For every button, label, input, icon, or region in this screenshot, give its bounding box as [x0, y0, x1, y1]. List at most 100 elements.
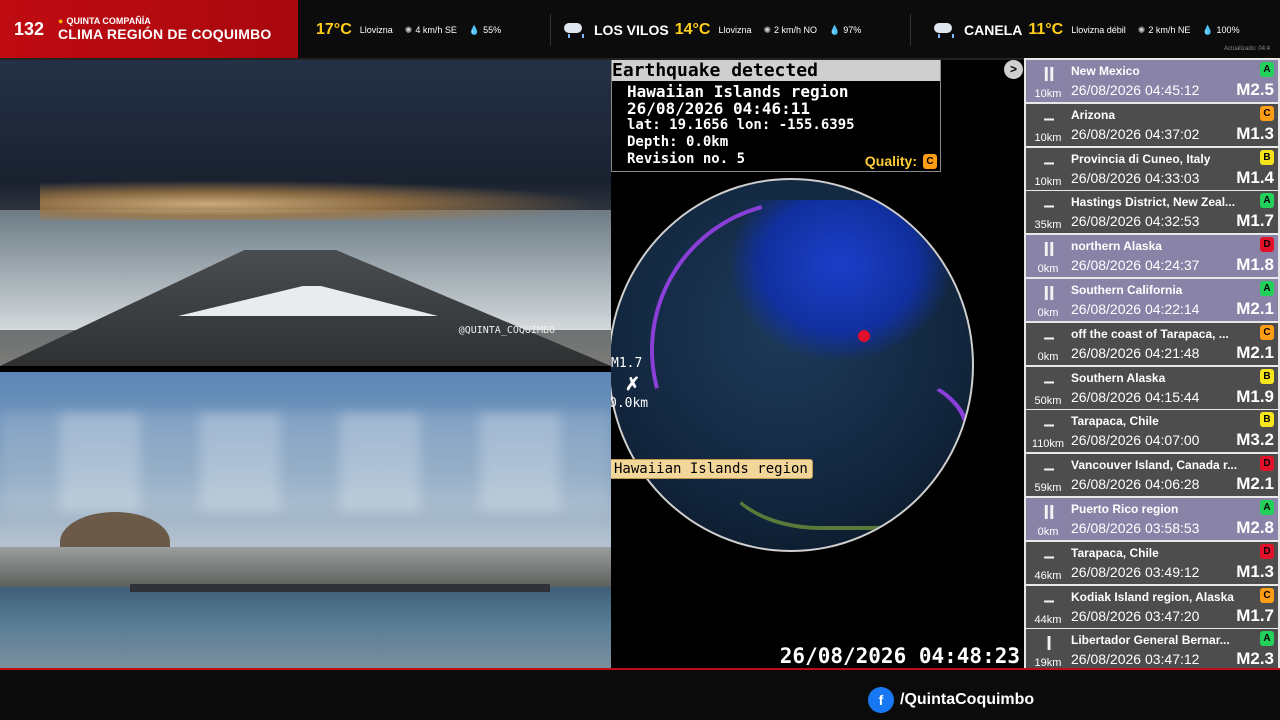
quake-place: off the coast of Tarapaca, ...: [1071, 326, 1229, 341]
quake-depth: 10km: [1034, 175, 1062, 188]
quake-place: Libertador General Bernar...: [1071, 633, 1230, 648]
quake-row[interactable]: –50km Southern Alaska 26/08/2026 04:15:44 M…: [1026, 366, 1278, 409]
weather-temp: 17°C: [316, 21, 352, 38]
marker-magnitude: M1.7: [611, 356, 643, 371]
quake-depth: 10km: [1034, 131, 1062, 144]
quake-list: II 10km New Mexico 26/08/2026 04:45:12 M2.5 A…: [1024, 58, 1280, 672]
quake-row[interactable]: –46km Tarapaca, Chile 26/08/2026 03:49:12 M…: [1026, 541, 1278, 584]
quality-badge: C: [1260, 105, 1274, 121]
quake-time: 26/08/2026 03:47:20: [1071, 607, 1200, 624]
camera-feed-bay: [0, 372, 611, 668]
quake-magnitude: M1.4: [1236, 167, 1274, 187]
quake-row[interactable]: II 0km northern Alaska 26/08/2026 04:24:37 M…: [1026, 235, 1278, 278]
quake-magnitude: M2.1: [1236, 474, 1274, 494]
stream-overlay: 132 ● QUINTA COMPAÑÍA CLIMA REGIÓN DE COQ…: [0, 0, 1280, 720]
quake-magnitude: M3.2: [1236, 430, 1274, 450]
earthquake-map: Earthquake detected Hawaiian Islands reg…: [611, 60, 1024, 668]
quake-depth: 0km: [1037, 307, 1059, 319]
quake-place: New Mexico: [1071, 64, 1140, 78]
quake-place: Southern Alaska: [1071, 370, 1166, 385]
quake-row[interactable]: –110km Tarapaca, Chile 26/08/2026 04:07:00…: [1026, 410, 1278, 453]
quake-depth: 110km: [1031, 438, 1065, 451]
quake-row[interactable]: –0km off the coast of Tarapaca, ... 26/08/…: [1026, 322, 1278, 365]
quake-magnitude: M1.3: [1236, 123, 1274, 143]
activity-icon: –: [1043, 458, 1055, 481]
camera-feed-night: @QUINTA_COQUIMBO: [0, 60, 611, 366]
weather-humidity: 55%: [483, 25, 502, 35]
quake-time: 26/08/2026 03:49:12: [1071, 563, 1200, 580]
weather-item: 17°C Llovizna ✺ 4 km/h SE 💧 55%: [298, 18, 501, 42]
quality-badge: A: [1260, 500, 1274, 515]
quake-row[interactable]: II 0km Southern California 26/08/2026 04:22…: [1026, 279, 1278, 321]
quake-row[interactable]: II 0km Puerto Rico region 26/08/2026 03:58:…: [1026, 498, 1278, 540]
quake-magnitude: M2.5: [1236, 80, 1274, 99]
quake-place: Vancouver Island, Canada r...: [1071, 458, 1238, 473]
camera-town: [0, 547, 611, 587]
activity-icon: –: [1043, 545, 1055, 568]
quake-magnitude: M1.7: [1236, 211, 1274, 231]
camera-clouds: [0, 412, 611, 512]
weather-wind: 4 km/h SE: [415, 25, 457, 35]
quality-badge: C: [1260, 324, 1274, 340]
quality-badge: D: [1260, 456, 1274, 472]
quake-depth: 50km: [1034, 394, 1062, 407]
quake-alert-panel: Earthquake detected Hawaiian Islands reg…: [611, 60, 941, 172]
globe[interactable]: [611, 178, 974, 552]
activity-icon: –: [1043, 195, 1055, 218]
activity-icon: I: [1046, 633, 1052, 656]
marker-cross-icon: ✗: [625, 374, 641, 394]
divider: [910, 14, 911, 46]
quality-badge: C: [1260, 587, 1274, 603]
camera-pier: [130, 584, 550, 592]
quality-badge: A: [1260, 631, 1274, 647]
activity-icon: II: [1043, 283, 1055, 305]
quake-row[interactable]: –59km Vancouver Island, Canada r... 26/08/…: [1026, 454, 1278, 497]
quake-row[interactable]: –10km Provincia di Cuneo, Italy 26/08/2026…: [1026, 147, 1278, 190]
weather-ticker: 17°C Llovizna ✺ 4 km/h SE 💧 55% LOS VILO…: [298, 0, 1280, 58]
quake-row[interactable]: –10km Arizona 26/08/2026 04:37:02 M1.3 C: [1026, 103, 1278, 146]
wind-icon: ✺: [404, 24, 413, 35]
drizzle-icon: [932, 21, 956, 39]
weather-condition: Llovizna débil: [1071, 25, 1126, 35]
quake-magnitude: M2.1: [1236, 342, 1274, 362]
quake-depth: 35km: [1034, 219, 1062, 232]
facebook-icon: f: [868, 687, 894, 713]
alert-coords: lat: 19.1656 lon: -155.6395: [627, 117, 855, 133]
quake-row[interactable]: II 10km New Mexico 26/08/2026 04:45:12 M2.5 A: [1026, 60, 1278, 102]
quake-row[interactable]: –35km Hastings District, New Zeal... 26/08…: [1026, 191, 1278, 234]
weather-temp: 14°C: [674, 21, 711, 38]
quake-depth: 10km: [1034, 88, 1062, 100]
quake-magnitude: M1.3: [1236, 561, 1274, 581]
facebook-link[interactable]: f /QuintaCoquimbo: [868, 687, 1034, 713]
quake-time: 26/08/2026 03:58:53: [1071, 520, 1200, 536]
quality-badge: B: [1260, 412, 1274, 428]
quake-row[interactable]: I 19km Libertador General Bernar... 26/08/2…: [1026, 629, 1278, 672]
activity-icon: II: [1043, 239, 1055, 262]
quake-time: 26/08/2026 04:21:48: [1071, 344, 1200, 361]
quake-place: Puerto Rico region: [1071, 502, 1179, 516]
humidity-icon: 💧: [468, 24, 481, 35]
humidity-icon: 💧: [829, 24, 841, 35]
quake-magnitude: M2.8: [1236, 518, 1274, 537]
next-button[interactable]: >: [1004, 60, 1023, 79]
quality-badge: A: [1260, 193, 1274, 209]
quake-time: 26/08/2026 04:33:03: [1071, 169, 1200, 186]
activity-icon: –: [1043, 589, 1055, 612]
quake-place: Arizona: [1071, 107, 1116, 122]
weather-wind: 2 km/h NE: [1148, 25, 1191, 35]
quake-row[interactable]: –44km Kodiak Island region, Alaska 26/08/2…: [1026, 585, 1278, 628]
brand-subtitle: ● QUINTA COMPAÑÍA: [58, 15, 151, 26]
weather-updated: Actualizado: 04:4: [1223, 46, 1270, 52]
activity-icon: II: [1043, 502, 1055, 524]
quake-magnitude: M1.7: [1236, 605, 1274, 625]
quake-depth: 0km: [1037, 526, 1059, 538]
weather-city: CANELA: [964, 22, 1023, 38]
quality-badge: B: [1260, 149, 1274, 165]
activity-icon: –: [1043, 326, 1055, 349]
quake-magnitude: M2.3: [1236, 649, 1274, 669]
quake-depth: 44km: [1034, 613, 1062, 626]
camera-credit: @QUINTA_COQUIMBO: [458, 325, 555, 336]
activity-icon: –: [1043, 107, 1055, 130]
quake-time: 26/08/2026 04:07:00: [1071, 432, 1200, 449]
quake-place: Tarapaca, Chile: [1071, 414, 1159, 429]
